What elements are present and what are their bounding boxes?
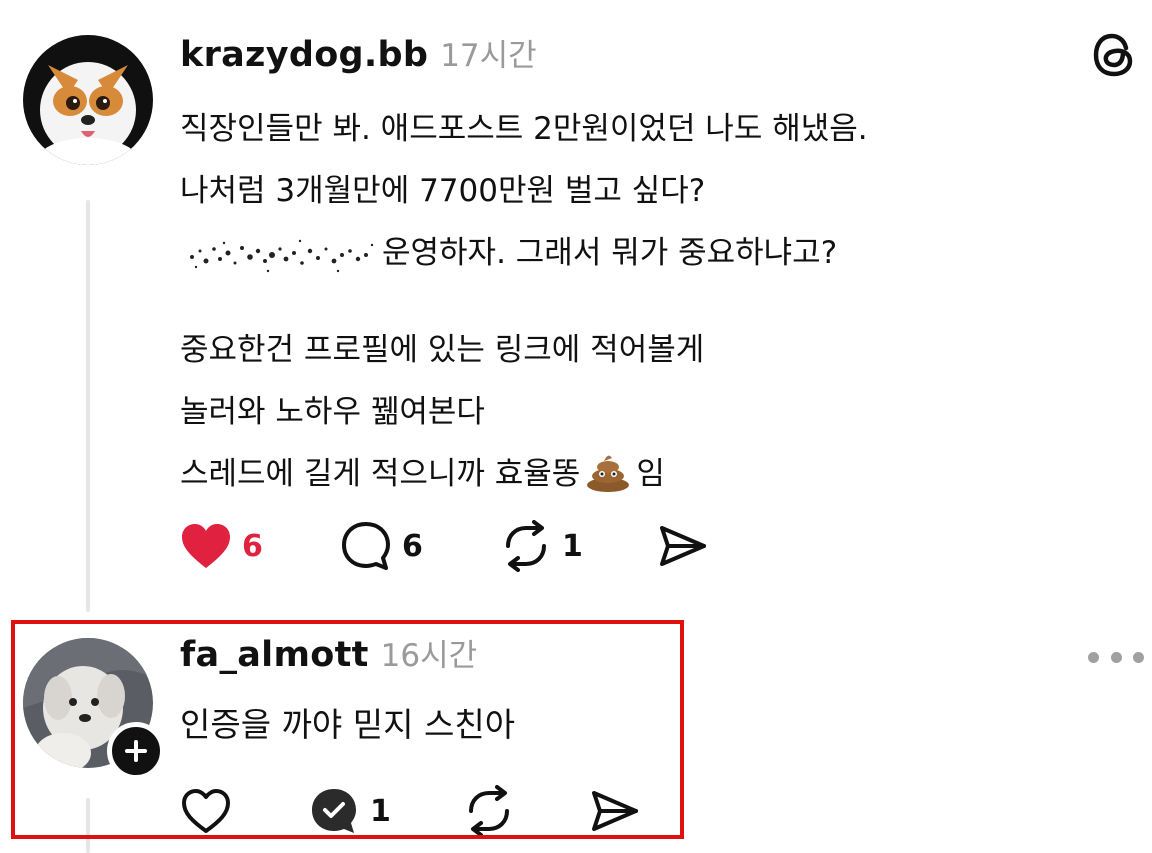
like-count: 6 (242, 528, 263, 564)
post-header: krazydog.bb 17시간 (180, 30, 537, 75)
post-username[interactable]: krazydog.bb (180, 35, 428, 75)
threads-logo-icon[interactable] (1090, 30, 1140, 80)
poop-emoji-icon (587, 455, 630, 492)
like-button[interactable]: 6 (180, 518, 340, 574)
threads-post-view: krazydog.bb 17시간 직장인들만 봐. 애드포스트 2만원이었던 나… (0, 0, 1152, 853)
post-line: 중요한건 프로필에 있는 링크에 적어볼게 (180, 332, 705, 368)
repost-icon (506, 520, 546, 572)
post-line-text: 스레드에 길게 적으니까 효율똥 (180, 456, 581, 492)
repost-count: 1 (562, 528, 583, 564)
post-body: 직장인들만 봐. 애드포스트 2만원이었던 나도 해냈음. 나처럼 3개월만에 … (180, 98, 1140, 505)
comment-bubble-icon (342, 522, 390, 570)
heart-filled-icon (182, 524, 230, 568)
comment-button[interactable]: 6 (340, 518, 500, 574)
post-timestamp: 17시간 (440, 38, 537, 74)
post-line: 나처럼 3개월만에 7700만원 벌고 싶다? (180, 173, 706, 209)
avatar[interactable] (23, 35, 153, 165)
more-horizontal-icon[interactable] (1088, 645, 1144, 669)
post-line: 스레드에 길게 적으니까 효율똥 임 (180, 443, 1140, 505)
post-actions: 6 6 1 (180, 518, 708, 574)
thread-connector-line (86, 200, 90, 612)
post-line: 운영하자. 그래서 뭐가 중요하냐고? (180, 222, 1140, 284)
send-icon (660, 526, 706, 566)
repost-button[interactable]: 1 (500, 518, 656, 574)
post-line-text: 운영하자. 그래서 뭐가 중요하냐고? (382, 235, 838, 271)
highlight-box (11, 620, 684, 839)
share-button[interactable] (656, 518, 708, 574)
post-line: 놀러와 노하우 꿺여본다 (180, 394, 485, 430)
redacted-text (190, 239, 374, 272)
comment-count: 6 (402, 528, 423, 564)
post-line-text: 임 (636, 456, 665, 492)
post-line: 직장인들만 봐. 애드포스트 2만원이었던 나도 해냈음. (180, 111, 868, 147)
